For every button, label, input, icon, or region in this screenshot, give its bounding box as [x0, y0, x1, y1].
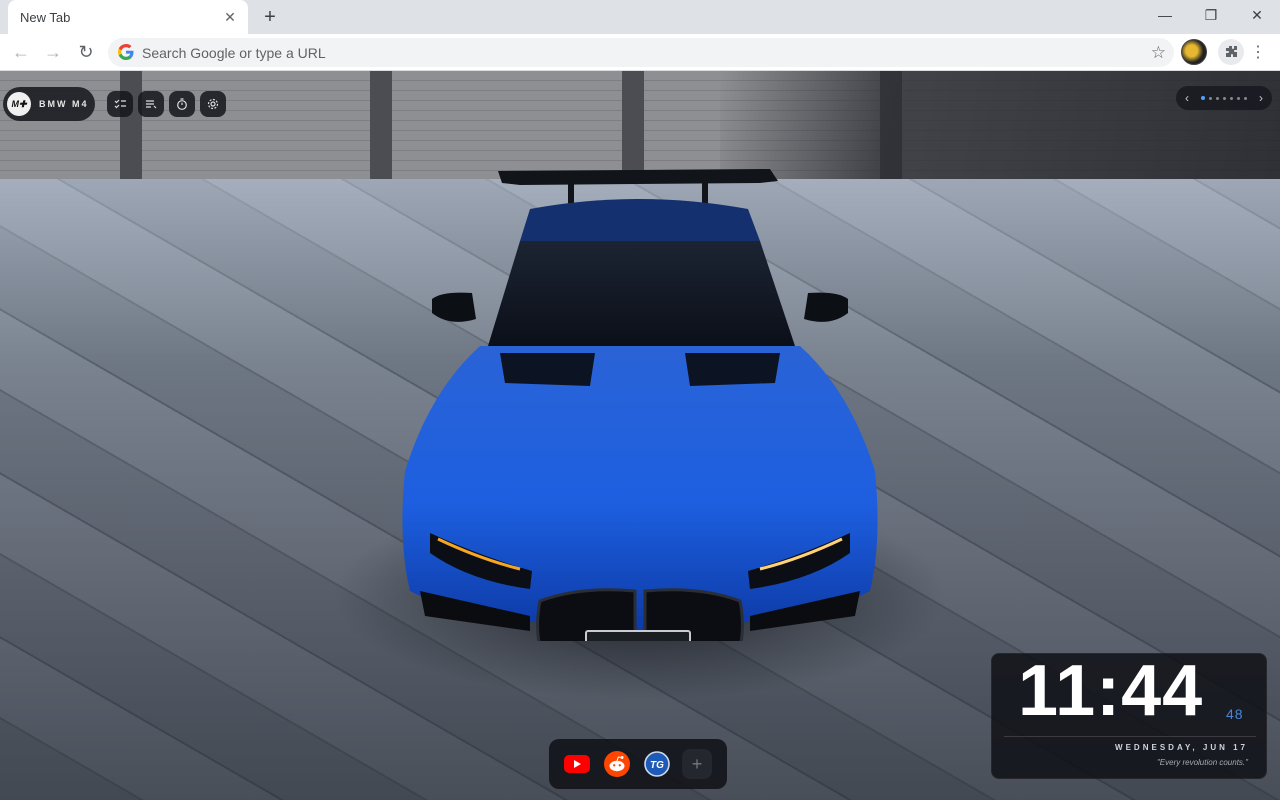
svg-text:TG: TG: [650, 760, 664, 771]
reddit-shortcut[interactable]: [602, 749, 632, 779]
new-tab-button[interactable]: +: [258, 6, 282, 28]
close-tab-icon[interactable]: ✕: [222, 9, 238, 25]
chrome-menu-icon[interactable]: ⋮: [1250, 39, 1266, 65]
tg-icon: TG: [644, 751, 670, 777]
forward-icon[interactable]: →: [40, 39, 66, 65]
close-window-icon[interactable]: ✕: [1234, 0, 1280, 30]
tab-new-tab[interactable]: New Tab ✕: [8, 0, 248, 34]
wallpaper-dot[interactable]: [1201, 96, 1205, 100]
car-wallpaper-image: [402, 169, 878, 641]
checklist-button[interactable]: [107, 91, 133, 117]
wallpaper-dot[interactable]: [1223, 96, 1226, 100]
toolbar: ← → ↻ ☆ ⋮: [0, 34, 1280, 71]
wallpaper-dot[interactable]: [1209, 96, 1212, 100]
notes-icon: [146, 100, 157, 109]
extensions-puzzle-icon[interactable]: [1218, 39, 1244, 65]
timer-button[interactable]: [169, 91, 195, 117]
wallpaper-dot[interactable]: [1230, 96, 1233, 100]
clock-seconds: 48: [1226, 706, 1244, 722]
checklist-icon: [114, 99, 126, 109]
settings-icon: [207, 98, 219, 110]
bookmark-star-icon[interactable]: ☆: [1151, 43, 1166, 63]
reddit-icon: [604, 751, 630, 777]
timer-icon: [177, 98, 187, 110]
previous-wallpaper-icon[interactable]: ‹: [1185, 91, 1189, 105]
omnibox-input[interactable]: [142, 42, 1122, 63]
wallpaper-pager: ‹ ›: [1176, 86, 1272, 110]
settings-button[interactable]: [200, 91, 226, 117]
new-tab-page: M ✚ BMW M4 ‹ › 11:44 48 WEDNESDAY, JUN 17…: [0, 71, 1280, 800]
tab-strip: New Tab ✕ + — ❐ ✕: [0, 0, 1280, 34]
wallpaper-dot[interactable]: [1244, 96, 1247, 100]
clock-widget: 11:44 48 WEDNESDAY, JUN 17 "Every revolu…: [991, 651, 1267, 779]
clock-date: WEDNESDAY, JUN 17: [1115, 743, 1248, 752]
youtube-shortcut[interactable]: [562, 749, 592, 779]
tg-shortcut[interactable]: TG: [642, 749, 672, 779]
add-shortcut-button[interactable]: +: [682, 749, 712, 779]
back-icon[interactable]: ←: [8, 39, 34, 65]
wallpaper-dots: [1201, 96, 1247, 100]
youtube-icon: [564, 755, 590, 773]
profile-avatar[interactable]: [1181, 39, 1207, 65]
brand-label: BMW M4: [39, 99, 89, 109]
reload-icon[interactable]: ↻: [73, 39, 99, 65]
clock-divider: [1004, 736, 1256, 737]
wallpaper-dot[interactable]: [1237, 96, 1240, 100]
tab-title: New Tab: [20, 9, 71, 25]
minimize-icon[interactable]: —: [1142, 0, 1188, 30]
notes-button[interactable]: [138, 91, 164, 117]
bmw-m-logo: M ✚: [7, 92, 31, 116]
clock-time: 11:44: [1018, 651, 1204, 731]
brand-pill[interactable]: M ✚ BMW M4: [3, 87, 95, 121]
clock-quote: "Every revolution counts.": [1156, 758, 1248, 767]
wallpaper-dot[interactable]: [1216, 96, 1219, 100]
restore-icon[interactable]: ❐: [1188, 0, 1234, 30]
shortcut-dock: TG +: [549, 739, 727, 789]
omnibox[interactable]: ☆: [108, 38, 1174, 67]
google-icon: [118, 44, 134, 60]
next-wallpaper-icon[interactable]: ›: [1259, 91, 1263, 105]
